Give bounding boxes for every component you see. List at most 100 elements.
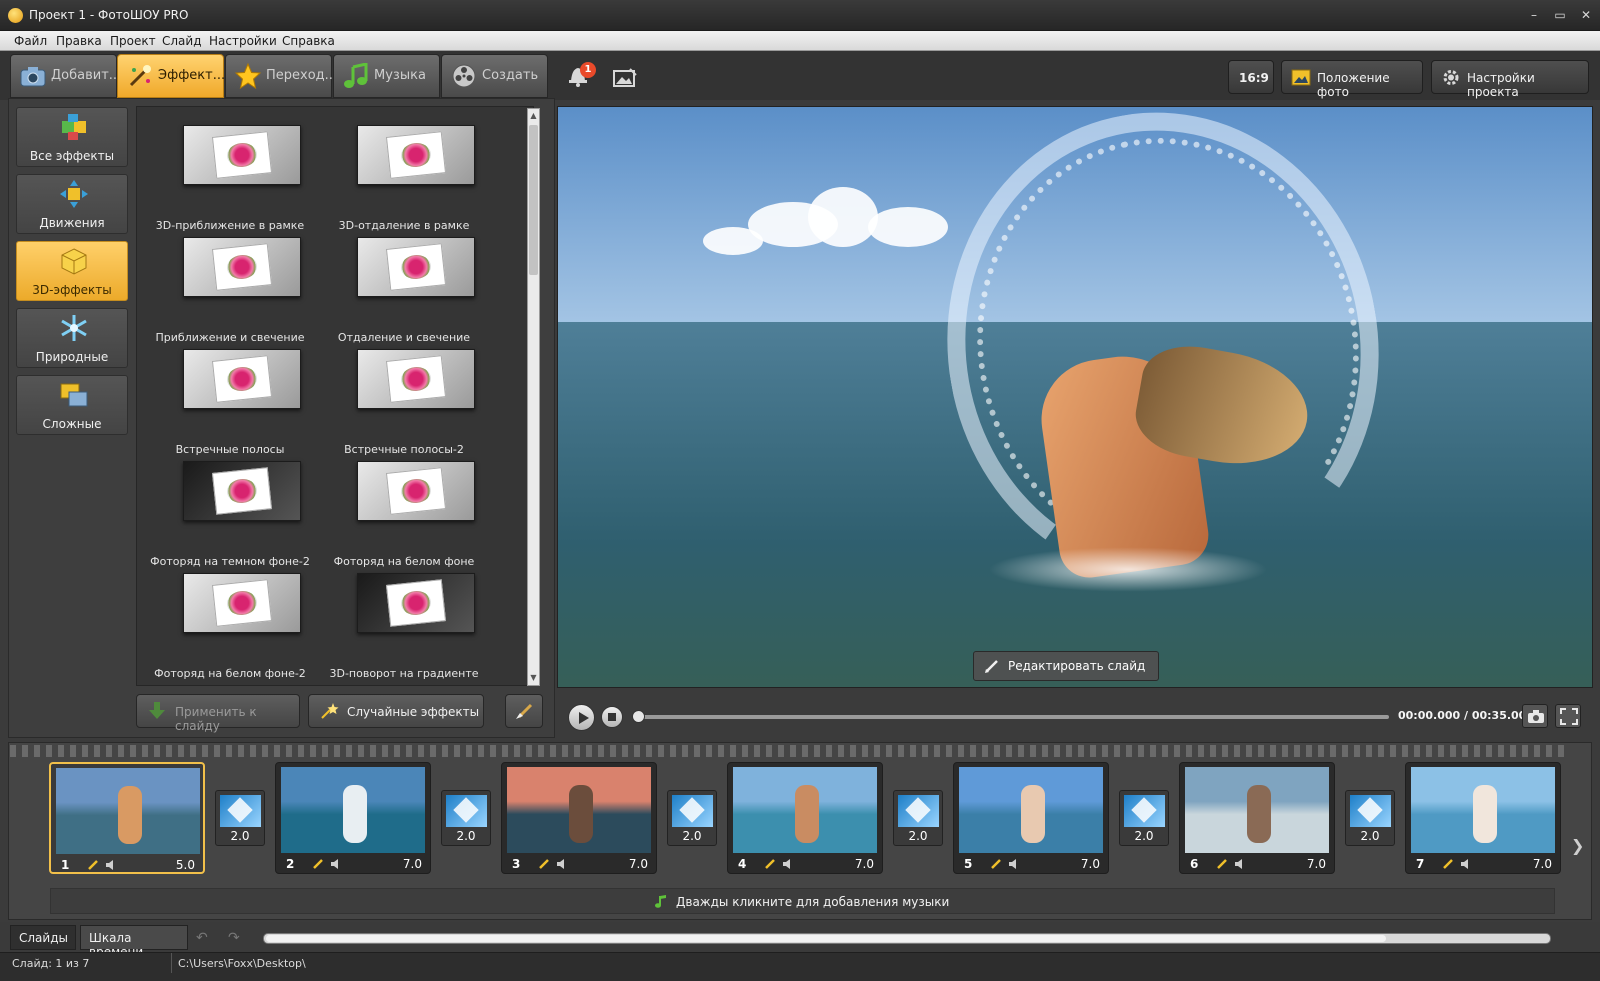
pencil-icon[interactable] — [764, 858, 776, 870]
effect-label: Фоторяд на белом фоне-2 — [154, 667, 306, 680]
effect-item[interactable]: Отдаление и свечение — [319, 231, 489, 344]
scroll-thumb[interactable] — [529, 125, 538, 275]
seek-bar[interactable] — [637, 715, 1389, 719]
slide-duration: 7.0 — [854, 857, 874, 871]
preview-cloud — [703, 227, 763, 255]
pencil-icon[interactable] — [87, 859, 99, 871]
clear-effect-button[interactable] — [505, 694, 543, 728]
tab-create[interactable]: Создать — [441, 54, 548, 98]
transition-thumbnail[interactable]: 2.0 — [1345, 790, 1395, 846]
random-effects-button[interactable]: Случайные эффекты — [308, 694, 484, 728]
fullscreen-icon — [1560, 708, 1578, 725]
effect-item[interactable]: 3D-поворот на градиенте — [319, 567, 489, 680]
play-button[interactable] — [568, 704, 595, 731]
effect-thumbnail — [357, 349, 475, 409]
slide-thumbnail[interactable]: 3 7.0 — [501, 762, 657, 874]
filmstrip-scrollbar[interactable] — [263, 933, 1551, 944]
effect-item[interactable]: Фоторяд на белом фоне — [319, 455, 489, 568]
image-position-icon — [1291, 69, 1311, 86]
effect-item[interactable]: Встречные полосы-2 — [319, 343, 489, 456]
status-divider — [171, 953, 172, 973]
pencil-icon[interactable] — [312, 858, 324, 870]
cube-icon — [61, 248, 87, 275]
effect-item[interactable]: 3D-приближение в рамке — [145, 119, 315, 232]
tab-add[interactable]: Добавит... — [10, 54, 121, 98]
tab-music[interactable]: Музыка — [333, 54, 440, 98]
menu-project[interactable]: Проект — [110, 34, 156, 48]
effect-item[interactable]: Приближение и свечение — [145, 231, 315, 344]
transition-thumbnail[interactable]: 2.0 — [667, 790, 717, 846]
effects-scrollbar[interactable]: ▲ ▼ — [527, 108, 540, 686]
snowflake-icon — [61, 315, 87, 341]
slide-thumbnail[interactable]: 7 7.0 — [1405, 762, 1561, 874]
slide-thumbnail[interactable]: 6 7.0 — [1179, 762, 1335, 874]
stop-button[interactable] — [601, 706, 623, 728]
category-3d-effects[interactable]: 3D-эффекты — [16, 241, 128, 301]
snapshot-button[interactable] — [1522, 704, 1548, 728]
fullscreen-button[interactable] — [1555, 704, 1581, 728]
slide-preview[interactable] — [557, 106, 1593, 688]
transition-duration: 2.0 — [908, 829, 928, 843]
category-all-effects[interactable]: Все эффекты — [16, 107, 128, 167]
edit-slide-button[interactable]: Редактировать слайд — [973, 651, 1159, 681]
speaker-icon[interactable] — [557, 859, 567, 869]
scroll-up-icon[interactable]: ▲ — [528, 109, 539, 123]
transition-duration: 2.0 — [1134, 829, 1154, 843]
maximize-button[interactable]: ▭ — [1549, 6, 1571, 24]
chevron-right-icon[interactable]: ❯ — [1571, 836, 1584, 855]
transition-thumbnail[interactable]: 2.0 — [1119, 790, 1169, 846]
scroll-down-icon[interactable]: ▼ — [528, 671, 539, 685]
apply-to-slide-button[interactable]: Применить к слайду — [136, 694, 300, 733]
menu-slide[interactable]: Слайд — [162, 34, 202, 48]
speaker-icon[interactable] — [783, 859, 793, 869]
menu-help[interactable]: Справка — [282, 34, 335, 48]
effect-item[interactable]: Встречные полосы — [145, 343, 315, 456]
pencil-icon[interactable] — [1442, 858, 1454, 870]
transition-thumbnail[interactable]: 2.0 — [893, 790, 943, 846]
slide-subject — [343, 785, 367, 843]
category-complex[interactable]: Сложные — [16, 375, 128, 435]
speaker-icon[interactable] — [1461, 859, 1471, 869]
menu-file[interactable]: Файл — [14, 34, 47, 48]
effect-item[interactable]: 3D-отдаление в рамке — [319, 119, 489, 232]
photo-frame-icon[interactable] — [612, 67, 638, 89]
category-motions[interactable]: Движения — [16, 174, 128, 234]
effect-item[interactable]: Фоторяд на белом фоне-2 — [145, 567, 315, 680]
tab-slides[interactable]: Слайды — [10, 925, 76, 950]
menu-settings[interactable]: Настройки — [209, 34, 277, 48]
gear-icon — [1443, 70, 1459, 85]
tab-transitions[interactable]: Переход... — [225, 54, 337, 98]
filmstrip-scroll-thumb[interactable] — [266, 935, 1386, 942]
slide-thumbnail[interactable]: 2 7.0 — [275, 762, 431, 874]
slide-thumbnail[interactable]: 1 5.0 — [49, 762, 205, 874]
speaker-icon[interactable] — [106, 860, 116, 870]
pencil-icon[interactable] — [990, 858, 1002, 870]
photo-position-button[interactable]: Положение фото — [1281, 60, 1423, 99]
category-nature[interactable]: Природные — [16, 308, 128, 368]
redo-icon[interactable]: ↷ — [228, 930, 248, 946]
effect-item[interactable]: Фоторяд на темном фоне-2 — [145, 455, 315, 568]
tab-effects[interactable]: Эффект... — [117, 54, 226, 98]
tab-effects-label: Эффект... — [158, 68, 226, 83]
slide-number: 7 — [1416, 857, 1425, 871]
pencil-icon[interactable] — [538, 858, 550, 870]
pencil-icon[interactable] — [1216, 858, 1228, 870]
menu-edit[interactable]: Правка — [56, 34, 102, 48]
minimize-button[interactable]: – — [1523, 6, 1545, 24]
status-project-path: C:\Users\Foxx\Desktop\ — [178, 957, 306, 970]
project-settings-button[interactable]: Настройки проекта — [1431, 60, 1589, 99]
slide-duration: 7.0 — [402, 857, 422, 871]
speaker-icon[interactable] — [1235, 859, 1245, 869]
slide-thumbnail[interactable]: 5 7.0 — [953, 762, 1109, 874]
slide-thumbnail[interactable]: 4 7.0 — [727, 762, 883, 874]
seek-handle[interactable] — [632, 710, 645, 723]
undo-icon[interactable]: ↶ — [196, 930, 216, 946]
close-button[interactable]: ✕ — [1575, 6, 1597, 24]
speaker-icon[interactable] — [331, 859, 341, 869]
aspect-ratio-button[interactable]: 16:9 — [1228, 60, 1274, 94]
speaker-icon[interactable] — [1009, 859, 1019, 869]
tab-timeline[interactable]: Шкала времени — [80, 925, 188, 959]
category-all-effects-label: Все эффекты — [29, 149, 115, 163]
transition-thumbnail[interactable]: 2.0 — [441, 790, 491, 846]
transition-thumbnail[interactable]: 2.0 — [215, 790, 265, 846]
